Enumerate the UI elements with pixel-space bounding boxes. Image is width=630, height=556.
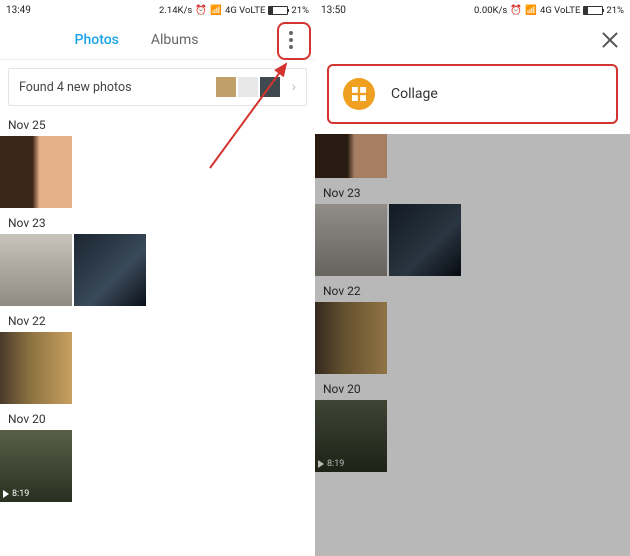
video-badge: 8:19 xyxy=(318,459,344,469)
alarm-icon: ⏰ xyxy=(510,5,522,16)
play-icon xyxy=(3,490,9,498)
date-label: Nov 25 xyxy=(0,110,315,136)
screen-right: 13:50 0.00K/s ⏰ 📶 4G VoLTE 21% Nov 25 No… xyxy=(315,0,630,556)
date-label: Nov 23 xyxy=(315,178,630,204)
banner-thumbnails xyxy=(216,77,280,97)
tab-photos[interactable]: Photos xyxy=(59,32,135,48)
status-right: 0.00K/s ⏰ 📶 4G VoLTE 21% xyxy=(474,5,624,16)
date-label: Nov 22 xyxy=(0,306,315,332)
photo-item[interactable] xyxy=(389,204,461,276)
status-time: 13:50 xyxy=(321,5,346,16)
photo-item[interactable]: 8:19 xyxy=(315,400,387,472)
overflow-menu: Collage xyxy=(315,20,630,134)
gallery: Nov 25 Nov 23 Nov 22 Nov 20 8:19 xyxy=(0,106,315,502)
thumb xyxy=(238,77,258,97)
signal-icon: 📶 xyxy=(210,5,222,16)
tab-albums[interactable]: Albums xyxy=(135,32,215,48)
photo-item[interactable] xyxy=(315,302,387,374)
status-bar: 13:50 0.00K/s ⏰ 📶 4G VoLTE 21% xyxy=(315,0,630,20)
status-net-speed: 0.00K/s xyxy=(474,5,507,16)
battery-icon xyxy=(583,6,603,15)
date-label: Nov 20 xyxy=(315,374,630,400)
status-net-speed: 2.14K/s xyxy=(159,5,192,16)
menu-item-label: Collage xyxy=(391,86,438,102)
date-label: Nov 22 xyxy=(315,276,630,302)
new-photos-banner[interactable]: Found 4 new photos › xyxy=(8,68,307,106)
battery-icon xyxy=(268,6,288,15)
photo-item[interactable] xyxy=(0,234,72,306)
more-options-button[interactable] xyxy=(273,22,309,58)
photo-item[interactable] xyxy=(315,204,387,276)
signal-icon: 📶 xyxy=(525,5,537,16)
status-right: 2.14K/s ⏰ 📶 4G VoLTE 21% xyxy=(159,5,309,16)
video-badge: 8:19 xyxy=(3,489,29,499)
video-duration: 8:19 xyxy=(12,489,29,499)
alarm-icon: ⏰ xyxy=(195,5,207,16)
collage-icon xyxy=(343,78,375,110)
tab-bar: Photos Albums xyxy=(0,20,315,60)
status-network: 4G VoLTE xyxy=(225,5,265,16)
photo-item[interactable] xyxy=(0,332,72,404)
status-network: 4G VoLTE xyxy=(540,5,580,16)
thumb xyxy=(260,77,280,97)
screen-left: 13:49 2.14K/s ⏰ 📶 4G VoLTE 21% Photos Al… xyxy=(0,0,315,556)
date-label: Nov 20 xyxy=(0,404,315,430)
play-icon xyxy=(318,460,324,468)
thumb xyxy=(216,77,236,97)
chevron-right-icon: › xyxy=(292,79,296,95)
status-bar: 13:49 2.14K/s ⏰ 📶 4G VoLTE 21% xyxy=(0,0,315,20)
photo-item[interactable] xyxy=(0,136,72,208)
video-duration: 8:19 xyxy=(327,459,344,469)
status-battery-pct: 21% xyxy=(291,5,309,16)
photo-item[interactable]: 8:19 xyxy=(0,430,72,502)
status-battery-pct: 21% xyxy=(606,5,624,16)
banner-text: Found 4 new photos xyxy=(19,80,132,95)
status-time: 13:49 xyxy=(6,5,31,16)
photo-item[interactable] xyxy=(74,234,146,306)
date-label: Nov 23 xyxy=(0,208,315,234)
close-button[interactable] xyxy=(600,30,620,50)
menu-item-collage[interactable]: Collage xyxy=(327,64,618,124)
